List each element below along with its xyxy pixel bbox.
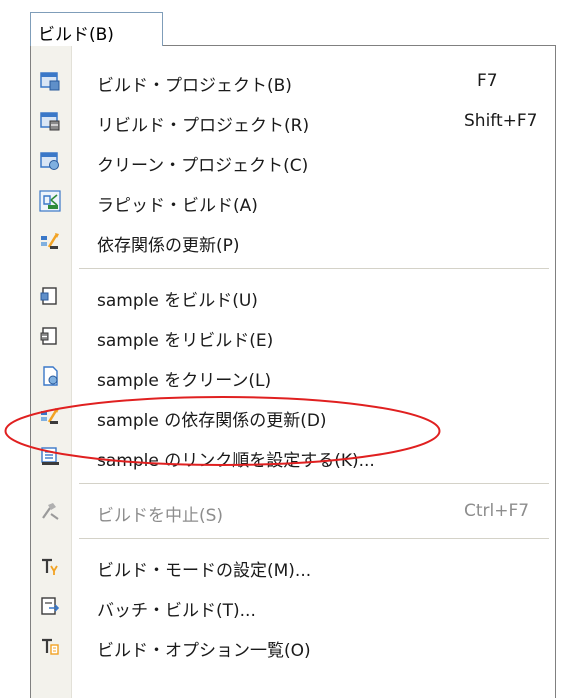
clean-project-icon	[40, 152, 59, 170]
menu-item-rebuild-project[interactable]: リビルド・プロジェクト(R) Shift+F7	[31, 101, 555, 141]
link-order-icon	[41, 447, 59, 465]
menu-separator	[79, 538, 549, 539]
menu-item-label: sample の依存関係の更新(D)	[97, 411, 327, 431]
screenshot-root: ビルド(B) ビルド・プロジェクト(B) F7 リビルド・プロジェクト(R) S…	[0, 0, 571, 698]
menu-build-tab[interactable]: ビルド(B)	[30, 12, 163, 46]
clean-file-icon	[43, 366, 58, 386]
menu-item-label: ビルド・プロジェクト(B)	[97, 76, 292, 96]
menu-item-clean-project[interactable]: クリーン・プロジェクト(C)	[31, 141, 555, 181]
menu-item-label: sample をビルド(U)	[97, 291, 258, 311]
menu-item-label: リビルド・プロジェクト(R)	[97, 116, 310, 136]
menu-item-label: ビルド・モードの設定(M)...	[97, 561, 312, 581]
menu-item-shortcut: Shift+F7	[464, 111, 538, 131]
menu-item-clean-sample[interactable]: sample をクリーン(L)	[31, 356, 555, 396]
menu-item-rebuild-sample[interactable]: sample をリビルド(E)	[31, 316, 555, 356]
menu-item-label: sample のリンク順を設定する(K)...	[97, 451, 375, 471]
menu-item-label: ビルド・オプション一覧(O)	[97, 641, 311, 661]
menu-item-shortcut: Ctrl+F7	[464, 501, 530, 521]
update-dependencies-icon	[41, 408, 59, 424]
update-dependencies-icon	[41, 233, 59, 249]
menu-item-build-mode-settings[interactable]: ビルド・モードの設定(M)...	[31, 546, 555, 586]
menu-item-build-project[interactable]: ビルド・プロジェクト(B) F7	[31, 61, 555, 101]
batch-build-icon	[41, 597, 60, 615]
menu-item-rapid-build[interactable]: ラピッド・ビルド(A)	[31, 181, 555, 221]
rapid-build-icon	[39, 190, 61, 212]
build-file-icon	[40, 287, 57, 305]
stop-build-icon	[42, 503, 59, 520]
menu-separator	[79, 268, 549, 269]
rebuild-file-icon	[40, 327, 57, 345]
menu-item-shortcut: F7	[477, 71, 498, 91]
menu-item-stop-build[interactable]: ビルドを中止(S) Ctrl+F7	[31, 491, 555, 531]
build-mode-icon	[42, 558, 58, 575]
menu-item-label: ラピッド・ビルド(A)	[97, 196, 258, 216]
build-options-list-icon	[42, 638, 59, 655]
menu-build-tab-label: ビルド(B)	[38, 25, 114, 45]
menu-separator	[79, 483, 549, 484]
menu-item-label: sample をリビルド(E)	[97, 331, 274, 351]
menu-item-label: バッチ・ビルド(T)...	[97, 601, 256, 621]
menu-item-update-sample-dependencies[interactable]: sample の依存関係の更新(D)	[31, 396, 555, 436]
menu-item-build-sample[interactable]: sample をビルド(U)	[31, 276, 555, 316]
menu-item-update-dependencies[interactable]: 依存関係の更新(P)	[31, 221, 555, 261]
rebuild-project-icon	[40, 112, 60, 131]
menu-item-build-options-list[interactable]: ビルド・オプション一覧(O)	[31, 626, 555, 666]
menu-item-label: sample をクリーン(L)	[97, 371, 272, 391]
menu-item-label: クリーン・プロジェクト(C)	[97, 156, 309, 176]
menu-item-label: 依存関係の更新(P)	[97, 236, 240, 256]
menu-item-label: ビルドを中止(S)	[97, 506, 224, 526]
build-dropdown-menu: ビルド・プロジェクト(B) F7 リビルド・プロジェクト(R) Shift+F7…	[30, 45, 556, 698]
menu-item-set-link-order[interactable]: sample のリンク順を設定する(K)...	[31, 436, 555, 476]
build-project-icon	[40, 72, 60, 91]
menu-item-batch-build[interactable]: バッチ・ビルド(T)...	[31, 586, 555, 626]
